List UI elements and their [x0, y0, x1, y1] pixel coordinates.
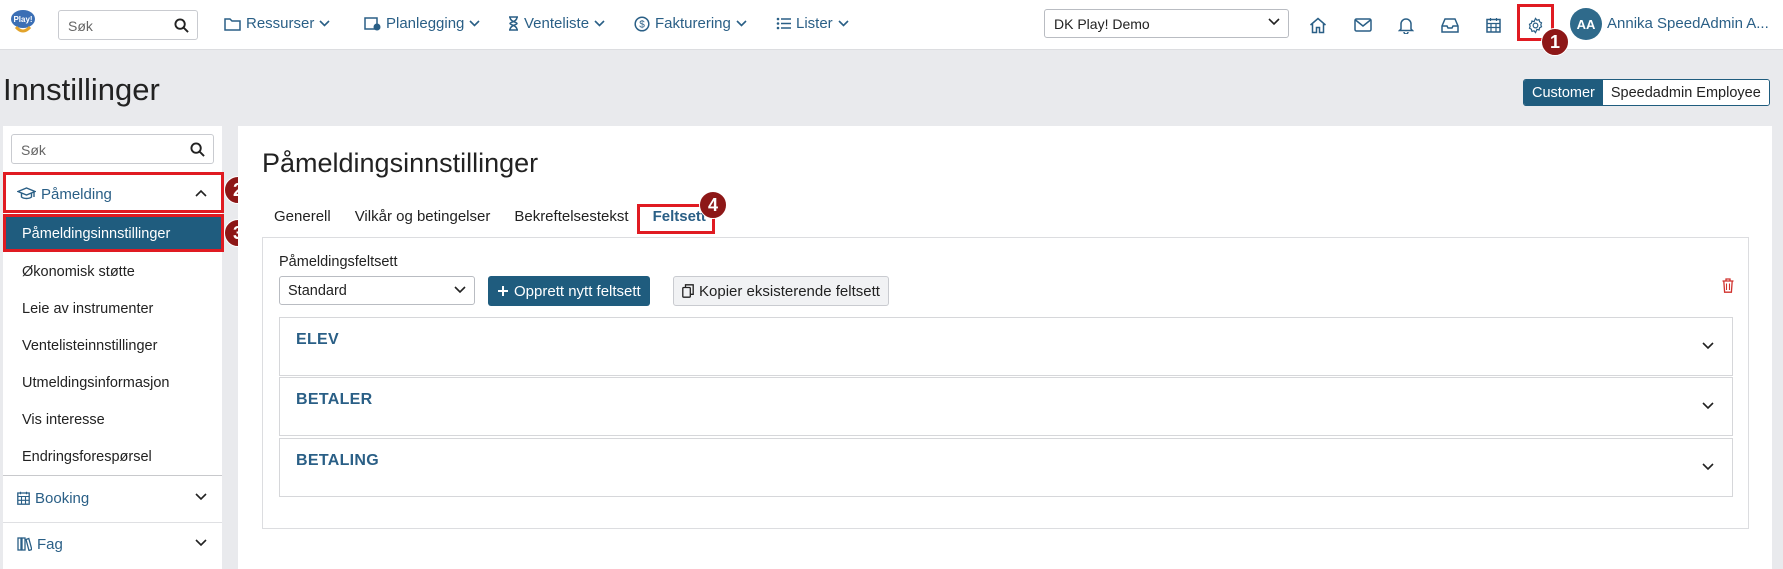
menu-lister[interactable]: Lister — [776, 15, 849, 32]
menu-fakturering[interactable]: $ Fakturering — [634, 15, 747, 32]
sidebar-item-endringsforesporsel[interactable]: Endringsforespørsel — [3, 438, 222, 475]
search-placeholder: Søk — [21, 142, 46, 158]
calendar-icon[interactable] — [1482, 14, 1504, 36]
global-search-input[interactable]: Søk — [58, 10, 198, 40]
chevron-down-icon — [838, 20, 849, 27]
menu-label: Lister — [796, 15, 833, 32]
accordion-betaler[interactable]: BETALER — [279, 377, 1733, 436]
accordion-title: BETALER — [296, 391, 373, 408]
section-title: Påmeldingsinnstillinger — [262, 148, 539, 178]
sidebar-item-leie-av-instrumenter[interactable]: Leie av instrumenter — [3, 290, 222, 327]
create-fieldset-button[interactable]: Opprett nytt feltsett — [488, 276, 650, 306]
top-navbar: Play! Søk Ressurser Planlegging Ventelis… — [0, 0, 1783, 56]
copy-fieldset-button[interactable]: Kopier eksisterende feltsett — [673, 276, 889, 306]
organization-select-value: DK Play! Demo — [1054, 16, 1150, 32]
dollar-circle-icon: $ — [634, 15, 650, 32]
role-option-customer[interactable]: Customer — [1524, 80, 1603, 105]
tab-vilkar-og-betingelser[interactable]: Vilkår og betingelser — [343, 202, 503, 231]
sidebar-item-ventelisteinnstillinger[interactable]: Ventelisteinnstillinger — [3, 327, 222, 364]
chevron-down-icon — [195, 539, 207, 547]
user-name[interactable]: Annika SpeedAdmin A... — [1607, 15, 1769, 32]
menu-venteliste[interactable]: Venteliste — [508, 15, 605, 32]
sidebar-section-fag[interactable]: Fag — [3, 522, 222, 566]
tab-bekreftelsestekst[interactable]: Bekreftelsestekst — [502, 202, 640, 231]
search-placeholder: Søk — [68, 18, 93, 34]
list-icon — [776, 17, 791, 30]
copy-fieldset-label: Kopier eksisterende feltsett — [699, 282, 880, 300]
bell-icon[interactable] — [1395, 14, 1417, 36]
search-icon[interactable] — [190, 142, 205, 157]
calendar-icon — [17, 491, 30, 505]
accordion-title: ELEV — [296, 331, 339, 348]
home-icon[interactable] — [1307, 14, 1329, 36]
step-badge-1: 1 — [1541, 28, 1569, 56]
accordion-betaling[interactable]: BETALING — [279, 438, 1733, 497]
fieldset-select-value: Standard — [288, 283, 347, 299]
role-option-speedadmin-employee[interactable]: Speedadmin Employee — [1602, 80, 1769, 105]
chevron-down-icon — [319, 20, 330, 27]
create-fieldset-label: Opprett nytt feltsett — [514, 282, 641, 300]
sidebar-search-input[interactable]: Søk — [11, 134, 214, 164]
chevron-down-icon — [1268, 18, 1280, 26]
menu-label: Venteliste — [524, 15, 590, 32]
sidebar-item-utmeldingsinformasjon[interactable]: Utmeldingsinformasjon — [3, 364, 222, 401]
chevron-down-icon — [1702, 342, 1714, 350]
search-icon[interactable] — [174, 18, 189, 33]
menu-planlegging[interactable]: Planlegging — [364, 15, 480, 32]
menu-label: Fakturering — [655, 15, 731, 32]
chevron-down-icon — [1702, 463, 1714, 471]
sidebar-section-label: Booking — [35, 489, 90, 507]
sidebar-item-okonomisk-stotte[interactable]: Økonomisk støtte — [3, 253, 222, 290]
avatar-initials: AA — [1576, 16, 1596, 32]
svg-text:Play!: Play! — [13, 15, 32, 24]
organization-select[interactable]: DK Play! Demo — [1044, 9, 1289, 38]
menu-label: Planlegging — [386, 15, 465, 32]
calendar-clock-icon — [364, 16, 381, 31]
plus-icon — [497, 285, 509, 297]
trash-icon[interactable] — [1722, 278, 1734, 293]
hourglass-icon — [508, 16, 519, 31]
mail-icon[interactable] — [1352, 14, 1374, 36]
avatar[interactable]: AA — [1570, 8, 1602, 40]
folder-icon — [224, 17, 241, 31]
tab-generell[interactable]: Generell — [262, 202, 343, 231]
chevron-down-icon — [454, 286, 466, 294]
fieldset-select[interactable]: Standard — [279, 276, 475, 305]
main-panel: Påmeldingsinnstillinger Generell Vilkår … — [238, 126, 1772, 569]
highlight-pameldingsinnstillinger-box — [3, 214, 224, 252]
accordion-elev[interactable]: ELEV — [279, 317, 1733, 376]
menu-label: Ressurser — [246, 15, 315, 32]
highlight-pamelding-box — [3, 172, 224, 213]
chevron-down-icon — [469, 20, 480, 27]
books-icon — [17, 537, 32, 551]
chevron-down-icon — [1702, 402, 1714, 410]
inbox-icon[interactable] — [1439, 14, 1461, 36]
menu-ressurser[interactable]: Ressurser — [224, 15, 330, 32]
accordion-title: BETALING — [296, 452, 379, 469]
step-badge-4: 4 — [699, 191, 727, 219]
copy-icon — [682, 284, 694, 298]
sidebar-section-booking[interactable]: Booking — [3, 476, 222, 520]
speedadmin-logo[interactable]: Play! — [9, 9, 37, 37]
chevron-down-icon — [594, 20, 605, 27]
chevron-down-icon — [195, 493, 207, 501]
settings-sidebar: Søk Påmelding 2 Påmeldingsinnstillinger … — [3, 126, 252, 569]
role-toggle: Customer Speedadmin Employee — [1523, 79, 1770, 106]
fieldset-label: Påmeldingsfeltsett — [279, 254, 398, 270]
page-title: Innstillinger — [3, 72, 160, 107]
feltsett-tab-panel: Påmeldingsfeltsett Standard Opprett nytt… — [262, 237, 1749, 529]
sidebar-section-label: Fag — [37, 535, 63, 553]
sidebar-item-vis-interesse[interactable]: Vis interesse — [3, 401, 222, 438]
chevron-down-icon — [736, 20, 747, 27]
svg-text:$: $ — [639, 19, 645, 30]
